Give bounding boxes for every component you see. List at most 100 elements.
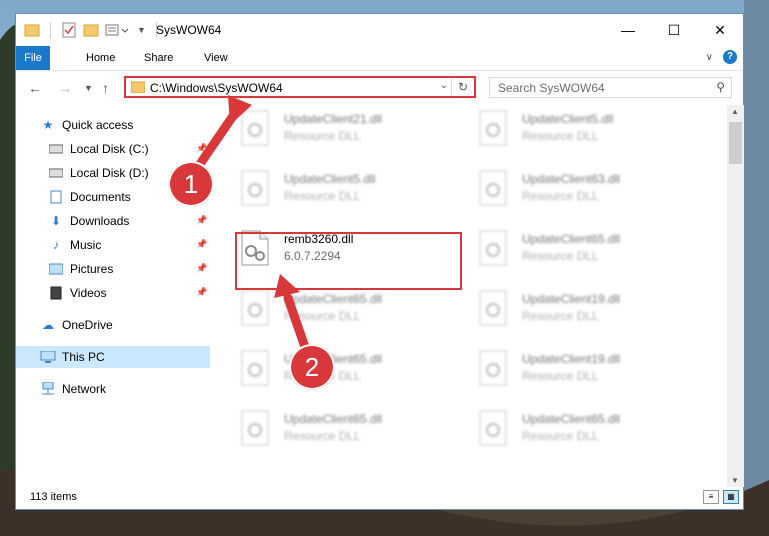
dll-file-icon [479,110,507,146]
file-name: UpdateClient65.dll [522,232,621,246]
sidebar-item-downloads[interactable]: ⬇ Downloads 📌 [48,210,210,232]
help-icon[interactable]: ? [723,50,737,64]
new-folder-icon[interactable] [83,23,99,37]
file-name: UpdateClient5.dll [284,172,376,186]
tab-file[interactable]: File [16,46,50,70]
dll-file-icon [479,350,507,386]
customize-icon[interactable] [105,23,131,37]
file-description: Resource DLL [284,129,361,143]
documents-icon [48,189,64,205]
drive-icon [48,141,64,157]
pictures-icon [48,261,64,277]
close-button[interactable]: ✕ [697,14,743,46]
minimize-button[interactable]: — [605,14,651,46]
sidebar-item-label: Videos [70,286,107,300]
search-input[interactable]: Search SysWOW64 ⚲ [489,77,732,98]
list-item[interactable]: UpdateClient65.dll Resource DLL [474,224,694,272]
item-count: 113 items [30,491,77,503]
star-icon: ★ [42,118,54,132]
dll-file-icon [479,170,507,206]
pin-icon[interactable]: 📌 [196,287,207,298]
window-controls: — ☐ ✕ [605,14,743,46]
file-description: Resource DLL [522,369,599,383]
large-icons-view-icon[interactable]: ▦ [723,490,739,504]
file-name: UpdateClient5.dll [522,112,614,126]
status-bar: 113 items ≡ ▦ [16,488,743,510]
navigation-bar: ← → ▼ ↑ C:\Windows\SysWOW64 ⌄ ↻ Search S… [16,71,743,104]
sidebar-item-onedrive[interactable]: ☁ OneDrive [40,314,113,336]
list-item[interactable]: UpdateClient19.dll Resource DLL [474,284,694,332]
back-arrow-icon[interactable]: ← [28,80,42,96]
scrollbar-thumb[interactable] [729,122,742,164]
folder-icon [131,81,145,93]
file-description: Resource DLL [284,429,361,443]
sidebar-item-label: Local Disk (C:) [70,142,149,156]
up-arrow-icon[interactable]: ↑ [102,80,109,96]
chevron-down-icon[interactable]: ⌄ [440,80,448,91]
file-name: UpdateClient65.dll [284,412,383,426]
scroll-down-icon[interactable]: ▼ [731,476,739,485]
file-description: Resource DLL [522,309,599,323]
list-item[interactable]: UpdateClient19.dll Resource DLL [474,344,694,392]
list-item[interactable]: UpdateClient63.dll Resource DLL [474,164,694,212]
step-2-badge: 2 [289,344,335,390]
dll-file-icon [479,230,507,266]
explorer-window: ▼ SysWOW64 — ☐ ✕ File Home Share View ∨ … [15,13,744,510]
list-item[interactable]: UpdateClient65.dll Resource DLL [474,404,694,452]
step-1-badge: 1 [168,161,214,207]
quick-access-toolbar: ▼ [24,22,161,38]
address-bar[interactable]: C:\Windows\SysWOW64 ⌄ ↻ [124,76,476,98]
search-placeholder: Search SysWOW64 [498,81,605,95]
sidebar-item-label: OneDrive [62,318,113,332]
list-item[interactable]: UpdateClient65.dll Resource DLL [236,404,456,452]
dll-file-icon [479,290,507,326]
scroll-up-icon[interactable]: ▲ [731,107,739,116]
qat-dropdown-icon[interactable]: ▼ [137,25,146,35]
file-description: Resource DLL [522,129,599,143]
sidebar-item-label: Network [62,382,107,396]
pin-icon[interactable]: 📌 [196,263,207,274]
dll-file-icon [479,410,507,446]
sidebar-item-label: Pictures [70,262,114,276]
file-description: Resource DLL [522,249,599,263]
sidebar-item-this-pc[interactable]: This PC [16,346,210,368]
search-icon[interactable]: ⚲ [716,80,725,94]
tab-view[interactable]: View [192,46,240,70]
sidebar-item-label: Documents [70,190,131,204]
drive-icon [48,165,64,181]
view-switcher: ≡ ▦ [703,490,739,504]
sidebar-item-music[interactable]: ♪ Music 📌 [48,234,210,256]
properties-icon[interactable] [61,22,77,38]
details-view-icon[interactable]: ≡ [703,490,719,504]
refresh-icon[interactable]: ↻ [451,78,474,96]
sidebar-item-quick-access[interactable]: ★ Quick access [40,114,134,136]
music-icon: ♪ [53,238,59,252]
network-icon [40,381,56,397]
sidebar-item-label: Downloads [70,214,130,228]
forward-arrow-icon[interactable]: → [58,80,72,96]
title-bar: ▼ SysWOW64 — ☐ ✕ [16,14,743,46]
sidebar-item-pictures[interactable]: Pictures 📌 [48,258,210,280]
sidebar-item-label: Local Disk (D:) [70,166,149,180]
folder-icon[interactable] [24,23,40,37]
file-description: Resource DLL [284,189,361,203]
sidebar-item-local-disk-d[interactable]: Local Disk (D:) [48,162,149,184]
sidebar-item-network[interactable]: Network [40,378,106,400]
file-description: Resource DLL [522,189,599,203]
maximize-button[interactable]: ☐ [651,14,697,46]
file-name: UpdateClient19.dll [522,292,621,306]
toolbar-divider [50,22,51,38]
expand-ribbon-icon[interactable]: ∨ [706,52,713,63]
recent-locations-icon[interactable]: ▼ [84,83,93,93]
pin-icon[interactable]: 📌 [196,239,207,250]
list-item[interactable]: UpdateClient5.dll Resource DLL [474,104,694,152]
sidebar-item-videos[interactable]: Videos 📌 [48,282,210,304]
file-name: UpdateClient21.dll [284,112,383,126]
pin-icon[interactable]: 📌 [196,215,207,226]
ribbon-controls: ∨ ? [706,50,737,64]
cloud-icon: ☁ [42,318,54,332]
tab-share[interactable]: Share [132,46,185,70]
download-icon: ⬇ [50,214,62,228]
tab-home[interactable]: Home [74,46,127,70]
vertical-scrollbar[interactable]: ▲ ▼ [727,105,744,487]
